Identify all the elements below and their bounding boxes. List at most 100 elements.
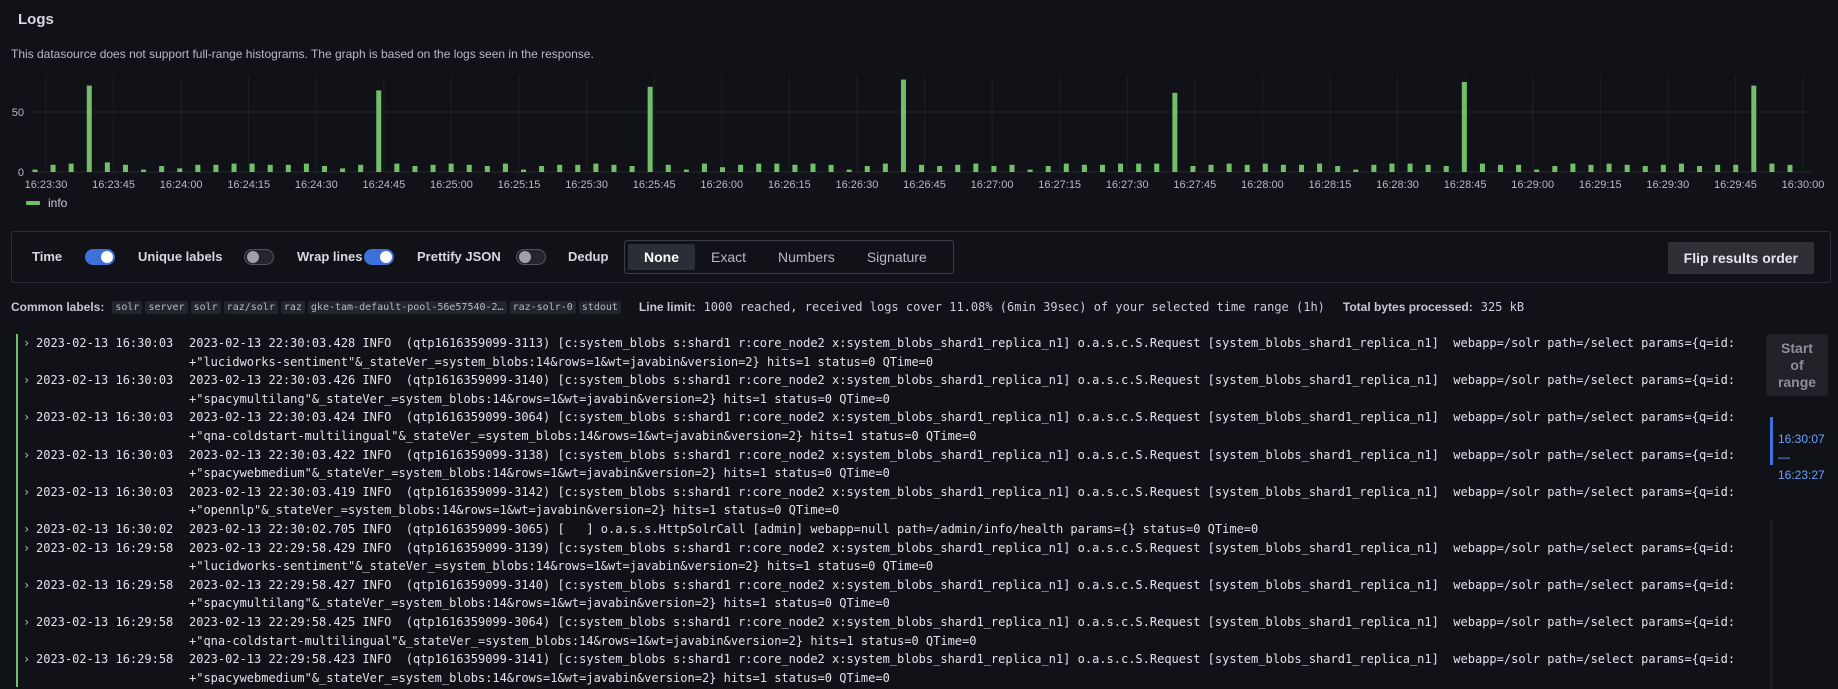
unique-labels-toggle[interactable] — [244, 249, 274, 265]
histogram-legend[interactable]: info — [26, 196, 67, 210]
histogram-bar — [521, 169, 527, 172]
histogram-bar — [991, 166, 997, 172]
common-label-chip: raz/solr — [223, 300, 278, 314]
histogram-bar — [104, 162, 110, 172]
histogram-bar — [1154, 163, 1160, 172]
log-row-message: 2023-02-13 22:30:03.419 INFO (qtp1616359… — [189, 484, 1736, 518]
x-tick-label: 16:23:45 — [92, 179, 135, 191]
histogram-bar — [738, 164, 744, 172]
x-tick-label: 16:26:45 — [903, 179, 946, 191]
log-row-timestamp: 2023-02-13 16:30:03 — [36, 484, 174, 499]
prettify-json-toggle[interactable] — [516, 249, 546, 265]
histogram-bar — [1769, 163, 1775, 172]
range-from: 16:30:07 — [1778, 432, 1825, 446]
wrap-lines-toggle-knob — [380, 251, 392, 263]
log-row[interactable]: › 2023-02-13 16:30:03 2023-02-13 22:30:03.… — [16, 408, 1756, 446]
log-row-message: 2023-02-13 22:30:02.705 INFO (qtp1616359… — [189, 521, 1259, 536]
log-rows: › 2023-02-13 16:30:03 2023-02-13 22:30:03.… — [16, 334, 1756, 688]
histogram-bar — [1443, 166, 1449, 172]
histogram-bar — [1516, 164, 1522, 172]
histogram-bar — [1733, 164, 1739, 172]
log-row[interactable]: › 2023-02-13 16:30:03 2023-02-13 22:30:03.… — [16, 371, 1756, 409]
histogram-bar — [195, 164, 201, 172]
prettify-json-toggle-label: Prettify JSON — [417, 249, 501, 264]
unique-labels-toggle-knob — [247, 251, 259, 263]
histogram-bar — [213, 164, 219, 172]
log-row[interactable]: › 2023-02-13 16:29:58 2023-02-13 22:29:58.… — [16, 538, 1756, 576]
histogram-bar — [1298, 164, 1304, 172]
log-row[interactable]: › 2023-02-13 16:30:03 2023-02-13 22:30:03.… — [16, 482, 1756, 520]
log-row[interactable]: › 2023-02-13 16:30:03 2023-02-13 22:30:03.… — [16, 334, 1756, 372]
chevron-right-icon: › — [23, 484, 31, 499]
line-limit-value: 1000 reached, received logs cover 11.08%… — [703, 300, 1325, 314]
common-label-chip: solr — [112, 300, 143, 314]
histogram-bar — [267, 164, 273, 172]
dedup-option-numbers[interactable]: Numbers — [762, 244, 851, 270]
flip-results-order-button[interactable]: Flip results order — [1667, 242, 1814, 274]
histogram-bar — [665, 164, 671, 172]
histogram-bar — [810, 163, 816, 172]
dedup-option-signature[interactable]: Signature — [851, 244, 943, 270]
log-row[interactable]: › 2023-02-13 16:29:58 2023-02-13 22:29:58.… — [16, 575, 1756, 613]
histogram-bar — [1715, 164, 1721, 172]
histogram-bar — [1787, 164, 1793, 172]
histogram-bar — [701, 163, 707, 172]
x-tick-label: 16:29:00 — [1511, 179, 1554, 191]
log-row[interactable]: › 2023-02-13 16:29:58 2023-02-13 22:29:58.… — [16, 612, 1756, 651]
x-tick-label: 16:26:30 — [836, 179, 879, 191]
log-options-bar: Time Unique labels Wrap lines Prettify J… — [11, 231, 1831, 283]
log-row-timestamp: 2023-02-13 16:30:02 — [36, 521, 174, 536]
legend-swatch-info — [26, 201, 40, 205]
x-tick-label: 16:25:30 — [565, 179, 608, 191]
x-tick-label: 16:29:45 — [1714, 179, 1757, 191]
log-row[interactable]: › 2023-02-13 16:29:58 2023-02-13 22:29:58.… — [16, 650, 1756, 688]
histogram-bar — [1335, 166, 1341, 172]
visible-range-indicator — [1770, 417, 1773, 465]
chevron-right-icon: › — [23, 373, 31, 388]
histogram-bar — [1588, 164, 1594, 172]
histogram-bar — [1063, 163, 1069, 172]
histogram-bar — [1606, 163, 1612, 172]
x-tick-label: 16:23:30 — [25, 179, 68, 191]
dedup-option-exact[interactable]: Exact — [695, 244, 762, 270]
histogram-bar — [231, 163, 237, 172]
chevron-right-icon: › — [23, 410, 31, 425]
log-row[interactable]: › 2023-02-13 16:30:02 2023-02-13 22:30:02.… — [16, 519, 1756, 539]
start-of-range-button[interactable]: Start of range — [1766, 334, 1828, 396]
chevron-right-icon: › — [23, 521, 31, 536]
histogram-bar — [1118, 163, 1124, 172]
x-tick-label: 16:27:15 — [1038, 179, 1081, 191]
histogram-bar — [502, 163, 508, 172]
histogram-bar — [557, 164, 563, 172]
log-row-timestamp: 2023-02-13 16:30:03 — [36, 373, 174, 388]
logs-volume-histogram: 0 50 16:23:30 16:23:45 16:24:00 16:24:15 16:24… — [12, 76, 1824, 191]
x-tick-label: 16:26:15 — [768, 179, 811, 191]
histogram-bar — [647, 86, 653, 172]
histogram-notice: This datasource does not support full-ra… — [11, 47, 594, 61]
histogram-bar — [919, 164, 925, 172]
histogram-bar — [1027, 169, 1033, 172]
time-toggle[interactable] — [85, 249, 115, 265]
histogram-bar — [1353, 169, 1359, 172]
wrap-lines-toggle[interactable] — [364, 249, 394, 265]
histogram-bar — [774, 163, 780, 172]
x-tick-label: 16:28:30 — [1376, 179, 1419, 191]
dedup-option-none[interactable]: None — [628, 244, 695, 270]
x-tick-label: 16:25:15 — [498, 179, 541, 191]
prettify-json-toggle-knob — [519, 251, 531, 263]
log-row-message: 2023-02-13 22:30:03.426 INFO (qtp1616359… — [189, 373, 1736, 406]
histogram-bar — [1570, 163, 1576, 172]
range-to: 16:23:27 — [1778, 468, 1825, 482]
histogram-bar — [593, 163, 599, 172]
histogram-bar — [1407, 163, 1413, 172]
histogram-bar — [1317, 163, 1323, 172]
x-tick-label: 16:24:00 — [160, 179, 203, 191]
histogram-bar — [285, 164, 291, 172]
histogram-bar — [539, 166, 545, 172]
dedup-label: Dedup — [568, 249, 609, 264]
histogram-bar — [177, 168, 183, 172]
histogram-bar — [1678, 163, 1684, 172]
log-row-timestamp: 2023-02-13 16:29:58 — [36, 652, 174, 667]
log-row[interactable]: › 2023-02-13 16:30:03 2023-02-13 22:30:03.… — [16, 445, 1756, 483]
x-tick-label: 16:28:45 — [1444, 179, 1487, 191]
